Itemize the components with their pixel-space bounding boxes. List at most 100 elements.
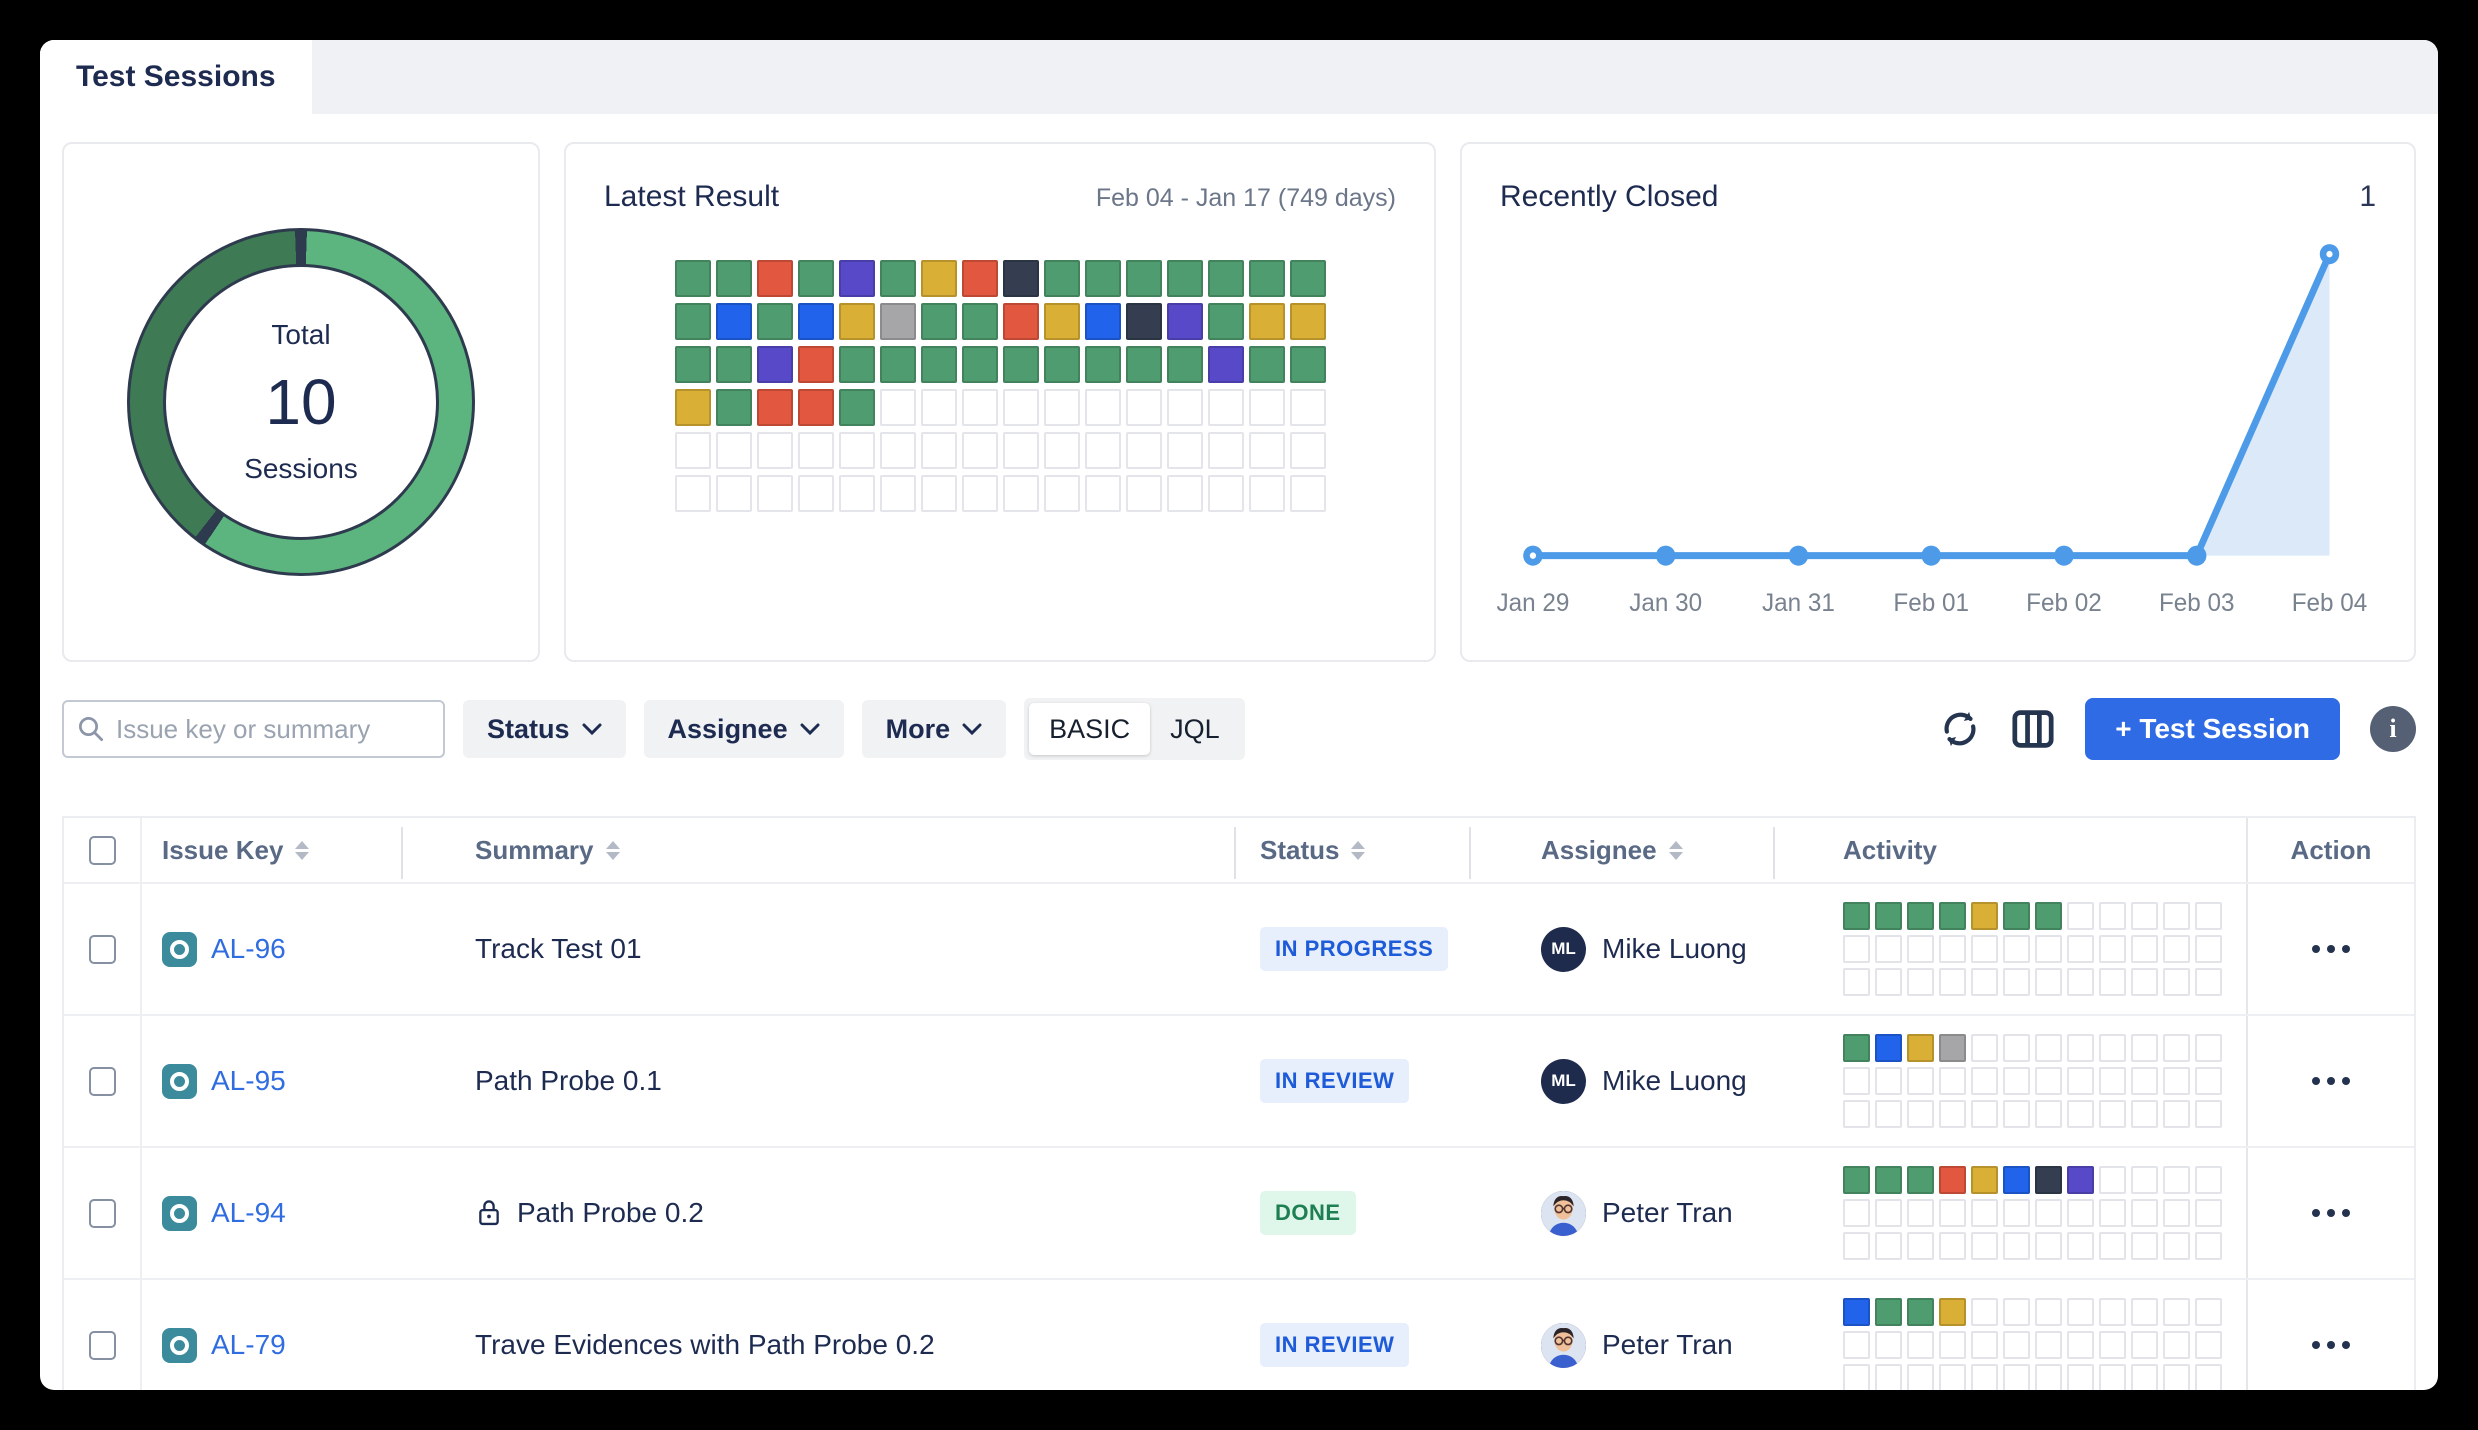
column-header-assignee[interactable]: Assignee — [1471, 835, 1775, 866]
column-header-summary[interactable]: Summary — [403, 835, 1236, 866]
activity-square — [2099, 1364, 2126, 1390]
activity-square — [2003, 1364, 2030, 1390]
result-cell — [921, 260, 957, 297]
latest-result-date-range: Feb 04 - Jan 17 (749 days) — [1096, 184, 1396, 213]
table-row: AL-95Path Probe 0.1IN REVIEWMLMike Luong — [64, 1014, 2414, 1146]
test-session-icon — [162, 1328, 197, 1363]
row-checkbox[interactable] — [89, 935, 116, 964]
issue-key-link[interactable]: AL-79 — [211, 1329, 286, 1361]
activity-square — [2099, 968, 2126, 996]
activity-square — [1875, 1232, 1902, 1260]
result-cell — [1249, 260, 1285, 297]
summary-cell: Track Test 01 — [403, 933, 1236, 965]
search-icon — [76, 714, 106, 744]
activity-square — [1939, 902, 1966, 930]
result-cell — [839, 432, 875, 469]
result-cell — [1126, 389, 1162, 426]
refresh-button[interactable] — [1939, 708, 1981, 750]
result-cell — [921, 389, 957, 426]
result-cell — [962, 346, 998, 383]
basic-mode-segment[interactable]: BASIC — [1029, 703, 1150, 755]
result-cell — [880, 303, 916, 340]
column-header-issue-key[interactable]: Issue Key — [142, 835, 403, 866]
activity-square — [1907, 902, 1934, 930]
row-actions-button[interactable] — [2302, 935, 2360, 963]
activity-cell — [1775, 1034, 2246, 1128]
activity-square — [1971, 1364, 1998, 1390]
latest-result-title: Latest Result — [604, 180, 779, 214]
activity-square — [2067, 935, 2094, 963]
result-cell — [839, 260, 875, 297]
activity-square — [2163, 935, 2190, 963]
activity-square — [2131, 1298, 2158, 1326]
activity-square — [1843, 1364, 1870, 1390]
result-cell — [798, 432, 834, 469]
x-axis-label: Feb 01 — [1893, 590, 1969, 617]
activity-square — [2131, 902, 2158, 930]
activity-square — [2163, 1067, 2190, 1095]
row-select-cell — [64, 884, 142, 1014]
result-cell — [1290, 475, 1326, 512]
activity-square — [1939, 1232, 1966, 1260]
result-cell — [716, 346, 752, 383]
columns-button[interactable] — [2011, 709, 2055, 749]
more-filter-button[interactable]: More — [862, 700, 1007, 758]
result-cell — [962, 389, 998, 426]
info-icon[interactable]: i — [2370, 706, 2416, 752]
assignee-filter-button[interactable]: Assignee — [644, 700, 844, 758]
activity-square — [1971, 1034, 1998, 1062]
activity-square — [1907, 1034, 1934, 1062]
row-actions-button[interactable] — [2302, 1067, 2360, 1095]
summary-text: Trave Evidences with Path Probe 0.2 — [475, 1329, 935, 1361]
select-all-checkbox[interactable] — [89, 836, 116, 865]
result-cell — [675, 432, 711, 469]
activity-square — [1875, 935, 1902, 963]
issue-key-link[interactable]: AL-95 — [211, 1065, 286, 1097]
issue-key-link[interactable]: AL-96 — [211, 933, 286, 965]
result-cell — [1126, 260, 1162, 297]
result-cell — [1085, 389, 1121, 426]
assignee-cell: Peter Tran — [1471, 1191, 1775, 1236]
row-checkbox[interactable] — [89, 1067, 116, 1096]
result-cell — [675, 389, 711, 426]
result-cell — [880, 346, 916, 383]
activity-square — [1939, 1100, 1966, 1128]
activity-square — [2131, 968, 2158, 996]
column-header-status[interactable]: Status — [1236, 835, 1471, 866]
activity-square — [1843, 935, 1870, 963]
result-cell — [798, 260, 834, 297]
activity-square — [2067, 1100, 2094, 1128]
row-checkbox[interactable] — [89, 1331, 116, 1360]
activity-square — [2195, 902, 2222, 930]
activity-square — [2067, 1232, 2094, 1260]
issue-key-link[interactable]: AL-94 — [211, 1197, 286, 1229]
lock-icon-wrap — [475, 1198, 503, 1228]
user-photo — [1541, 1191, 1586, 1236]
recently-closed-chart: Jan 29Jan 30Jan 31Feb 01Feb 02Feb 03Feb … — [1496, 224, 2380, 626]
status-filter-button[interactable]: Status — [463, 700, 626, 758]
activity-square — [1939, 1331, 1966, 1359]
activity-grid — [1843, 1166, 2246, 1260]
add-test-session-button[interactable]: + Test Session — [2085, 698, 2340, 760]
activity-square — [1875, 1034, 1902, 1062]
assignee-filter-label: Assignee — [668, 714, 788, 745]
activity-square — [1875, 1331, 1902, 1359]
result-cell — [716, 303, 752, 340]
chevron-down-icon — [582, 723, 602, 736]
activity-square — [1875, 1067, 1902, 1095]
activity-square — [1939, 1298, 1966, 1326]
row-checkbox[interactable] — [89, 1199, 116, 1228]
chevron-down-icon — [962, 723, 982, 736]
search-input[interactable] — [62, 700, 445, 758]
row-actions-button[interactable] — [2302, 1199, 2360, 1227]
column-header-action: Action — [2246, 818, 2414, 882]
result-cell — [716, 389, 752, 426]
select-all-cell — [64, 818, 142, 882]
jql-mode-segment[interactable]: JQL — [1150, 703, 1240, 755]
activity-square — [1843, 1166, 1870, 1194]
row-actions-button[interactable] — [2302, 1331, 2360, 1359]
activity-square — [2003, 1067, 2030, 1095]
activity-square — [1843, 1100, 1870, 1128]
activity-square — [2163, 968, 2190, 996]
tab-test-sessions[interactable]: Test Sessions — [40, 40, 312, 114]
